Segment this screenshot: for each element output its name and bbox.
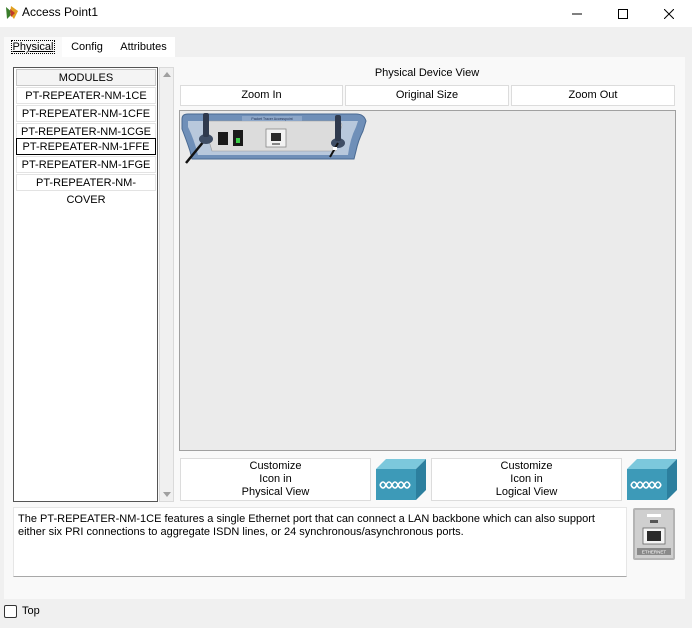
close-icon — [664, 8, 674, 19]
device-label: Packet Tracer Accesspoint — [251, 117, 292, 121]
module-item[interactable]: PT-REPEATER-NM-1CE — [16, 87, 156, 104]
antenna-left — [203, 113, 209, 137]
access-point-device-image[interactable]: Packet Tracer Accesspoint — [180, 111, 370, 166]
customize-physical-icon-button[interactable]: Customize Icon in Physical View — [180, 458, 371, 501]
tab-physical[interactable]: Physical — [4, 37, 62, 57]
maximize-icon — [618, 8, 628, 19]
physical-device-view[interactable]: Packet Tracer Accesspoint — [179, 110, 676, 451]
tab-physical-label: Physical — [10, 40, 56, 54]
minimize-button[interactable] — [554, 0, 600, 27]
customize-logical-icon-button[interactable]: Customize Icon in Logical View — [431, 458, 622, 501]
module-item[interactable]: PT-REPEATER-NM-1CFE — [16, 105, 156, 122]
ethernet-module-icon: ETHERNET — [633, 508, 675, 560]
customize-physical-line1: Customize — [249, 460, 302, 472]
title-bar: Access Point1 — [0, 0, 692, 27]
antenna-right — [335, 115, 341, 141]
ethernet-icon-label: ETHERNET — [642, 550, 667, 555]
top-checkbox-label: Top — [22, 605, 40, 617]
tab-config[interactable]: Config — [62, 37, 112, 57]
scroll-down-arrow-icon[interactable] — [163, 492, 171, 497]
minimize-icon — [572, 13, 582, 14]
customize-logical-line2: Icon in — [510, 473, 543, 485]
modules-list: MODULES PT-REPEATER-NM-1CE PT-REPEATER-N… — [13, 67, 158, 502]
zoom-out-button[interactable]: Zoom Out — [511, 85, 675, 106]
window-title: Access Point1 — [22, 5, 99, 19]
module-description: The PT-REPEATER-NM-1CE features a single… — [13, 507, 627, 577]
modules-scrollbar[interactable] — [159, 67, 174, 502]
customize-logical-line1: Customize — [500, 460, 553, 472]
tab-attributes[interactable]: Attributes — [112, 37, 175, 57]
repeater-physical-icon — [376, 459, 426, 500]
repeater-logical-icon — [627, 459, 677, 500]
power-port — [218, 132, 228, 145]
packet-tracer-icon — [6, 6, 18, 19]
original-size-button[interactable]: Original Size — [345, 85, 509, 106]
close-button[interactable] — [646, 0, 692, 27]
customize-physical-line2: Icon in — [259, 473, 292, 485]
customize-physical-line3: Physical View — [241, 486, 310, 498]
modules-header: MODULES — [16, 69, 156, 86]
module-item[interactable]: PT-REPEATER-NM-COVER — [16, 174, 156, 206]
scroll-up-arrow-icon[interactable] — [163, 72, 171, 77]
physical-device-view-title: Physical Device View — [374, 67, 480, 79]
zoom-in-button[interactable]: Zoom In — [180, 85, 343, 106]
module-item[interactable]: PT-REPEATER-NM-1FGE — [16, 156, 156, 173]
top-checkbox[interactable] — [4, 605, 17, 618]
module-item-selected[interactable]: PT-REPEATER-NM-1FFE — [16, 138, 156, 155]
customize-logical-line3: Logical View — [495, 486, 558, 498]
maximize-button[interactable] — [600, 0, 646, 27]
